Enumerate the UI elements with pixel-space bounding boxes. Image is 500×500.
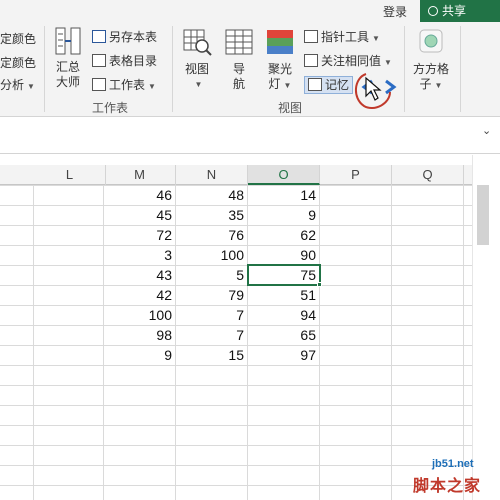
navigation-button[interactable]: 导 航 bbox=[222, 26, 256, 92]
fangfang-label-2: 子 ▼ bbox=[419, 77, 443, 91]
fangfang-label-1: 方方格 bbox=[412, 62, 449, 76]
grid-row-line bbox=[0, 485, 472, 486]
cell-m-r0[interactable]: 46 bbox=[104, 185, 176, 205]
cell-m-r2[interactable]: 72 bbox=[104, 225, 176, 245]
pointer-icon bbox=[304, 30, 318, 43]
grid-row-line bbox=[0, 365, 472, 366]
grid-row-line bbox=[0, 465, 472, 466]
grid-column-line bbox=[391, 185, 392, 500]
spreadsheet-grid[interactable]: LMNOPQ 46 48 14 45 35 9 72 76 62 3 100 90 43 5 75 42 79 5… bbox=[0, 165, 472, 500]
worksheet-icon bbox=[92, 78, 106, 91]
share-label: 共享 bbox=[442, 4, 467, 18]
cell-o-r7[interactable]: 65 bbox=[248, 325, 320, 345]
worksheet-menu-button[interactable]: 工作表 ▼ bbox=[92, 76, 156, 93]
cell-n-r2[interactable]: 76 bbox=[176, 225, 248, 245]
summary-icon bbox=[55, 27, 81, 55]
table-icon bbox=[92, 54, 106, 67]
summary-label-1: 汇总 bbox=[55, 60, 80, 74]
grid-row-line bbox=[0, 445, 472, 446]
spotlight-icon bbox=[267, 30, 293, 54]
cell-m-r6[interactable]: 100 bbox=[104, 305, 176, 325]
save-icon bbox=[92, 30, 106, 43]
cell-o-r0[interactable]: 14 bbox=[248, 185, 320, 205]
grid-column-line bbox=[463, 185, 464, 500]
column-headers: LMNOPQ bbox=[0, 165, 472, 185]
memory-icon bbox=[308, 78, 322, 91]
column-header-m[interactable]: M bbox=[104, 165, 176, 185]
cell-o-r2[interactable]: 62 bbox=[248, 225, 320, 245]
watch-same-value-button[interactable]: 关注相同值 ▼ bbox=[304, 52, 392, 69]
cell-n-r5[interactable]: 79 bbox=[176, 285, 248, 305]
fangfang-button[interactable]: 方方格 子 ▼ bbox=[410, 26, 452, 93]
summary-master-button[interactable]: 汇总 大师 bbox=[50, 26, 86, 90]
cell-n-r1[interactable]: 35 bbox=[176, 205, 248, 225]
group-label-view: 视图 bbox=[278, 101, 303, 115]
grid-row-line bbox=[0, 425, 472, 426]
ribbon: 定颜色 定颜色 分析 ▼ 汇总 大师 另存本表 表格目录 工作表 ▼ 工作表 视图 bbox=[0, 22, 500, 117]
cell-o-r6[interactable]: 94 bbox=[248, 305, 320, 325]
column-header-l[interactable]: L bbox=[34, 165, 106, 185]
login-link[interactable]: 登录 bbox=[383, 3, 407, 20]
cell-n-r4[interactable]: 5 bbox=[176, 265, 248, 285]
grid-column-line bbox=[33, 185, 34, 500]
formula-bar[interactable]: ⌄ bbox=[0, 118, 500, 154]
cell-n-r6[interactable]: 7 bbox=[176, 305, 248, 325]
memory-button[interactable]: 记忆 bbox=[304, 76, 354, 94]
cell-o-r1[interactable]: 9 bbox=[248, 205, 320, 225]
column-header-n[interactable]: N bbox=[176, 165, 248, 185]
vertical-scrollbar[interactable] bbox=[472, 155, 500, 500]
active-cell-outline bbox=[247, 264, 321, 286]
watermark-name: 脚本之家 bbox=[413, 478, 482, 495]
ribbon-cut-item-1[interactable]: 定颜色 bbox=[0, 30, 36, 47]
watch-icon bbox=[304, 54, 318, 67]
watermark-site: jb51.net bbox=[432, 458, 474, 470]
person-icon bbox=[428, 6, 438, 16]
summary-label-2: 大师 bbox=[55, 75, 80, 89]
nav-label-2: 航 bbox=[232, 77, 245, 91]
spotlight-label-1: 聚光 bbox=[267, 62, 292, 76]
spotlight-button[interactable]: 聚光 灯 ▼ bbox=[263, 26, 297, 93]
column-header-q[interactable]: Q bbox=[392, 165, 464, 185]
spotlight-label-2: 灯 ▼ bbox=[268, 77, 292, 91]
group-label-worksheet: 工作表 bbox=[92, 101, 129, 115]
fangfang-icon bbox=[419, 29, 443, 53]
cell-m-r5[interactable]: 42 bbox=[104, 285, 176, 305]
sheet-directory-button[interactable]: 表格目录 bbox=[92, 52, 157, 69]
ribbon-cut-item-3[interactable]: 分析 ▼ bbox=[0, 76, 35, 93]
fill-handle[interactable] bbox=[317, 282, 322, 287]
annotation-circle bbox=[355, 73, 391, 110]
cell-o-r8[interactable]: 97 bbox=[248, 345, 320, 365]
cell-m-r8[interactable]: 9 bbox=[104, 345, 176, 365]
column-header-p[interactable]: P bbox=[320, 165, 392, 185]
cell-n-r3[interactable]: 100 bbox=[176, 245, 248, 265]
expand-formula-icon[interactable]: ⌄ bbox=[482, 124, 491, 137]
cell-m-r1[interactable]: 45 bbox=[104, 205, 176, 225]
grid-icon bbox=[225, 29, 253, 55]
cell-m-r4[interactable]: 43 bbox=[104, 265, 176, 285]
view-magnifier-icon bbox=[183, 29, 212, 56]
cell-o-r3[interactable]: 90 bbox=[248, 245, 320, 265]
cell-n-r7[interactable]: 7 bbox=[176, 325, 248, 345]
view-caret: ▼ bbox=[194, 80, 203, 89]
ribbon-cut-item-2[interactable]: 定颜色 bbox=[0, 54, 36, 71]
cell-m-r3[interactable]: 3 bbox=[104, 245, 176, 265]
nav-label-1: 导 bbox=[232, 62, 245, 76]
mouse-cursor-icon bbox=[365, 76, 382, 101]
scrollbar-thumb[interactable] bbox=[477, 185, 489, 245]
cell-o-r5[interactable]: 51 bbox=[248, 285, 320, 305]
save-sheet-button[interactable]: 另存本表 bbox=[92, 28, 157, 45]
title-bar: 登录 共享 bbox=[0, 0, 500, 22]
cell-m-r7[interactable]: 98 bbox=[104, 325, 176, 345]
pointer-tool-button[interactable]: 指针工具 ▼ bbox=[304, 28, 380, 45]
cell-n-r0[interactable]: 48 bbox=[176, 185, 248, 205]
grid-row-line bbox=[0, 385, 472, 386]
cell-n-r8[interactable]: 15 bbox=[176, 345, 248, 365]
column-header-o[interactable]: O bbox=[248, 165, 320, 185]
view-label: 视图 bbox=[184, 62, 209, 76]
view-button[interactable]: 视图 ▼ bbox=[180, 26, 214, 92]
share-button[interactable]: 共享 bbox=[420, 0, 500, 22]
grid-row-line bbox=[0, 405, 472, 406]
